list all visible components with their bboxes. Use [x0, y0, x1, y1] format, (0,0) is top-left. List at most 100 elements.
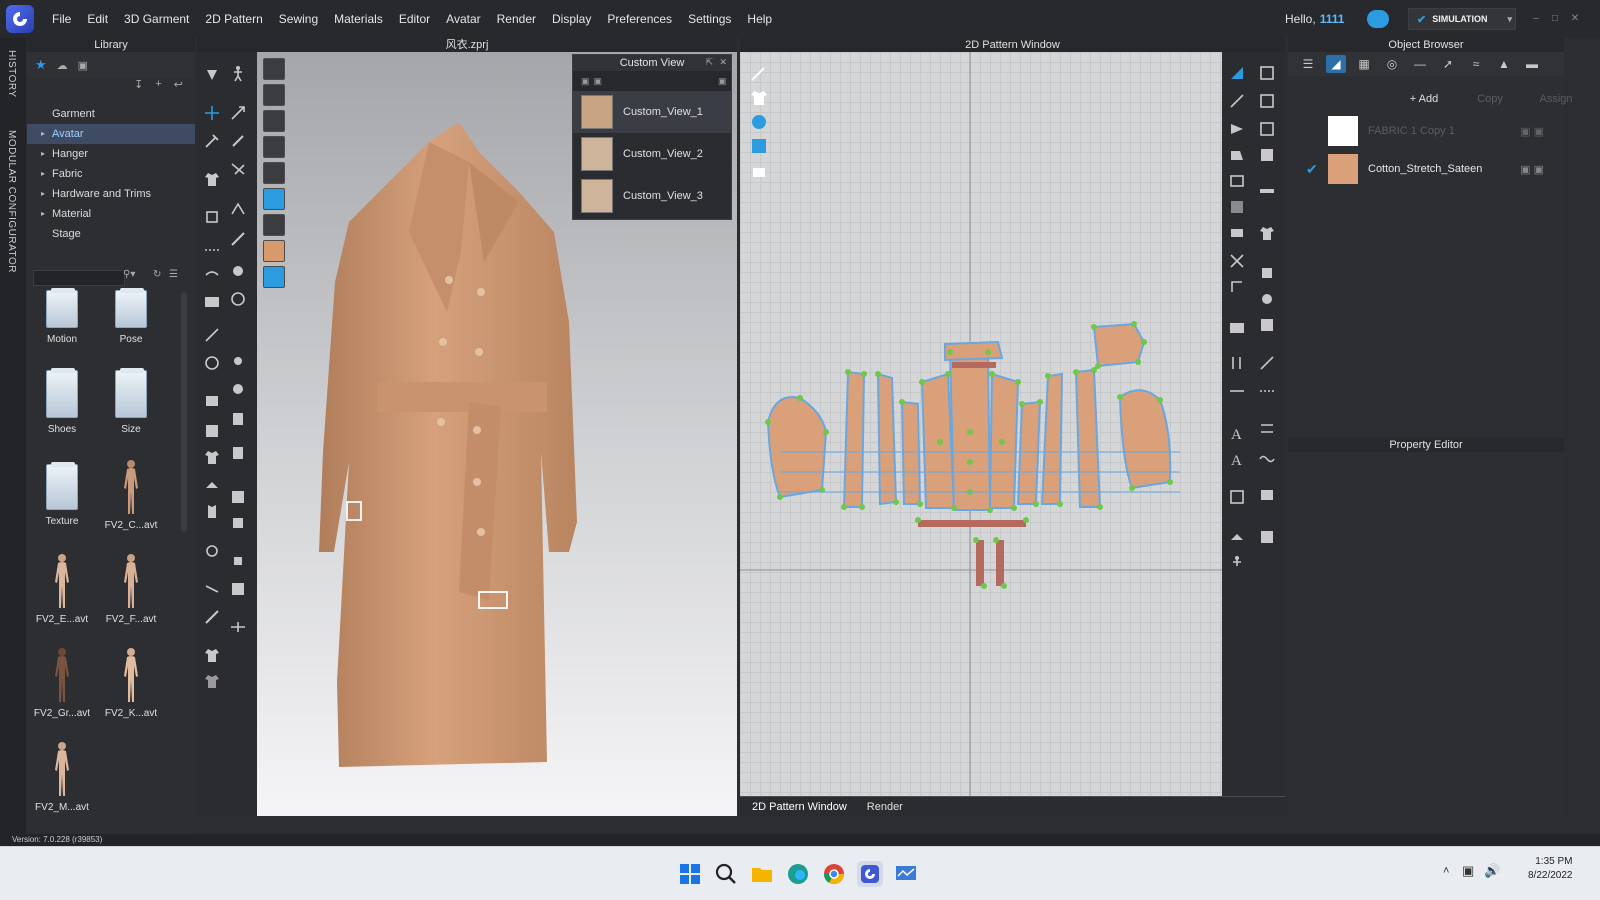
menu-display[interactable]: Display	[544, 0, 599, 38]
puckering-tab-icon[interactable]: ≈	[1466, 55, 1486, 73]
menu-render[interactable]: Render	[489, 0, 544, 38]
pattern-fabric-icon[interactable]	[748, 136, 770, 156]
list-icon[interactable]: ☰	[1298, 55, 1318, 73]
cloud-icon[interactable]: ☁	[57, 59, 68, 72]
menu-avatar[interactable]: Avatar	[438, 0, 488, 38]
minimize-icon[interactable]: –	[1531, 14, 1541, 24]
menu-preferences[interactable]: Preferences	[599, 0, 680, 38]
fold-arrange-icon[interactable]	[203, 266, 221, 284]
line-tab-icon[interactable]: —	[1410, 55, 1430, 73]
fabric-display-icon[interactable]	[263, 110, 285, 132]
favorite-icon[interactable]: ★	[35, 57, 47, 73]
rectangle-icon[interactable]	[1228, 146, 1246, 164]
search-icon[interactable]	[713, 861, 739, 887]
hanger-tool-icon[interactable]	[203, 476, 221, 494]
library-scrollbar[interactable]	[181, 292, 187, 532]
trim-tool-icon[interactable]	[203, 354, 221, 372]
save-view-icon[interactable]: ▣	[581, 76, 590, 87]
button-tab-icon[interactable]: ◎	[1382, 55, 1402, 73]
custom-view-item[interactable]: Custom_View_1	[573, 91, 731, 133]
menu-settings[interactable]: Settings	[680, 0, 739, 38]
menu-edit[interactable]: Edit	[79, 0, 116, 38]
network-icon[interactable]: ▣	[1462, 863, 1474, 879]
pattern-lock-icon[interactable]	[748, 160, 770, 180]
library-item-pose[interactable]: Pose	[96, 288, 166, 345]
shirt-back-icon[interactable]	[203, 672, 221, 690]
garment-tool-icon[interactable]	[203, 170, 221, 188]
topstitch-tab-icon[interactable]: ➚	[1438, 55, 1458, 73]
back-icon[interactable]: ↩	[174, 78, 183, 98]
library-item-shoes[interactable]: Shoes	[27, 368, 97, 435]
pattern-pencil-icon[interactable]	[748, 64, 770, 84]
volume-icon[interactable]: 🔊	[1484, 863, 1500, 879]
tree-item-material[interactable]: Material	[27, 204, 195, 224]
tape-icon[interactable]	[1258, 486, 1276, 504]
layer-tool-icon[interactable]	[229, 444, 247, 462]
sew-tool-icon[interactable]	[203, 208, 221, 226]
library-item-texture[interactable]: Texture	[27, 462, 97, 527]
tree-item-fabric[interactable]: Fabric	[27, 164, 195, 184]
internal-polygon-icon[interactable]	[1258, 120, 1276, 138]
add-button[interactable]: + Add	[1400, 90, 1448, 108]
elastic-tool-icon[interactable]	[229, 552, 247, 570]
refresh-icon[interactable]: ↻	[153, 269, 161, 280]
edit-point-icon[interactable]	[1228, 92, 1246, 110]
download-icon[interactable]: ↧	[134, 78, 143, 98]
solidify-tool-icon[interactable]	[229, 514, 247, 532]
tab-render[interactable]: Render	[863, 797, 907, 816]
camera-icon[interactable]: ▣	[718, 76, 727, 87]
library-item-avatar[interactable]: FV2_F...avt	[96, 552, 166, 625]
texture-tab-icon[interactable]: ▦	[1354, 55, 1374, 73]
avatar-skin-icon[interactable]	[263, 240, 285, 262]
table-icon[interactable]	[1258, 528, 1276, 546]
select-tool-icon[interactable]	[203, 66, 221, 84]
strap-tool-icon[interactable]	[203, 542, 221, 560]
camera-icon[interactable]	[1228, 318, 1246, 336]
simulation-button[interactable]: ✔ SIMULATION ▾	[1408, 8, 1516, 30]
folder-icon[interactable]: ▣	[78, 59, 88, 72]
dart-icon[interactable]	[1258, 290, 1276, 308]
tack-tool-icon[interactable]	[229, 200, 247, 218]
menu-3d-garment[interactable]: 3D Garment	[116, 0, 197, 38]
move-tool-icon[interactable]	[203, 104, 221, 122]
edge-browser-icon[interactable]	[785, 861, 811, 887]
stretch-tool-icon[interactable]	[229, 618, 247, 636]
tab-2d-pattern-window[interactable]: 2D Pattern Window	[748, 797, 851, 816]
edit-curvature-icon[interactable]	[1258, 92, 1276, 110]
transform-tool-icon[interactable]	[229, 104, 247, 122]
fabric-tool-icon[interactable]	[229, 488, 247, 506]
arrange-tool-icon[interactable]	[203, 580, 221, 598]
library-item-size[interactable]: Size	[96, 368, 166, 435]
library-item-avatar[interactable]: FV2_M...avt	[27, 740, 97, 813]
cut-icon[interactable]	[1228, 252, 1246, 270]
add-icon[interactable]: +	[155, 78, 161, 98]
print-tool-icon[interactable]	[203, 422, 221, 440]
mesh-display-icon[interactable]	[263, 162, 285, 184]
transform-pattern-icon[interactable]	[1258, 64, 1276, 82]
tuck-tool-icon[interactable]	[203, 502, 221, 520]
topstitch-tool-icon[interactable]	[229, 410, 247, 428]
pin-tool-icon[interactable]	[203, 132, 221, 150]
camera-tool-icon[interactable]	[203, 292, 221, 310]
check-icon[interactable]: ✔	[1306, 161, 1318, 178]
list-view-icon[interactable]: ☰	[169, 269, 178, 280]
texture-display-icon[interactable]	[263, 136, 285, 158]
tree-item-garment[interactable]: Garment	[27, 104, 195, 124]
brush-tool-icon[interactable]	[229, 132, 247, 150]
pen-tool-icon[interactable]	[229, 230, 247, 248]
windows-start-icon[interactable]	[677, 861, 703, 887]
texture-tool-icon[interactable]	[229, 290, 247, 308]
grid-icon[interactable]	[1228, 488, 1246, 506]
tree-item-avatar[interactable]: Avatar	[27, 124, 195, 144]
text-edit-icon[interactable]: A	[1228, 450, 1246, 468]
shirt-icon[interactable]	[1258, 224, 1276, 242]
folder-icon[interactable]	[1258, 146, 1276, 164]
hardware-tool-icon[interactable]	[229, 380, 247, 398]
tab-modular-configurator[interactable]: MODULAR CONFIGURATOR	[6, 130, 17, 273]
menu-2d-pattern[interactable]: 2D Pattern	[197, 0, 270, 38]
username[interactable]: 1111	[1320, 12, 1345, 26]
library-item-motion[interactable]: Motion	[27, 288, 97, 345]
tree-item-hardware-trims[interactable]: Hardware and Trims	[27, 184, 195, 204]
tray-chevron-icon[interactable]: ˄	[1443, 865, 1449, 877]
monitor-app-icon[interactable]	[893, 861, 919, 887]
